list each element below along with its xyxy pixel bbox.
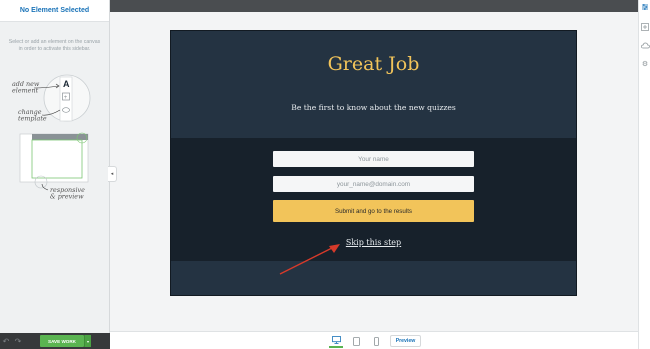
sliders-icon[interactable] — [640, 2, 650, 12]
gear-icon[interactable]: ⚙ — [640, 59, 650, 69]
save-options-caret-icon[interactable]: ▾ — [84, 335, 91, 347]
sidebar-header: No Element Selected — [0, 0, 109, 22]
add-element-icon[interactable] — [640, 22, 650, 32]
preview-button[interactable]: Preview — [390, 335, 421, 347]
right-toolbar: ⚙ — [638, 0, 650, 349]
signup-form: Your name your_name@domain.com Submit an… — [171, 138, 576, 261]
desktop-icon[interactable] — [329, 334, 343, 348]
sidebar-collapse-toggle[interactable]: ◂ — [108, 166, 117, 182]
mobile-icon[interactable] — [369, 334, 383, 348]
sidebar-footer: ↶ ↷ SAVE WORK ▾ — [0, 333, 110, 349]
top-bar — [110, 0, 638, 12]
tablet-icon[interactable] — [349, 334, 363, 348]
device-preview-bar: Preview — [110, 331, 638, 349]
left-sidebar: No Element Selected Select or add an ele… — [0, 0, 110, 349]
quiz-title[interactable]: Great Job — [171, 53, 576, 75]
quiz-subtitle[interactable]: Be the first to know about the new quizz… — [171, 103, 576, 112]
svg-text:A: A — [63, 79, 70, 89]
svg-text:+: + — [64, 95, 68, 101]
email-field[interactable]: your_name@domain.com — [273, 176, 474, 192]
undo-icon[interactable]: ↶ — [0, 335, 12, 347]
cloud-template-icon[interactable] — [640, 40, 650, 50]
sidebar-hint: Select or add an element on the canvas i… — [8, 39, 101, 52]
label-add-new-element: add new element — [12, 80, 41, 95]
quiz-canvas[interactable]: Great Job Be the first to know about the… — [170, 30, 577, 296]
name-field[interactable]: Your name — [273, 151, 474, 167]
skip-step-link[interactable]: Skip this step — [171, 238, 576, 247]
submit-results-button[interactable]: Submit and go to the results — [273, 200, 474, 222]
annotation-arrow-icon — [279, 244, 340, 275]
sidebar-illustration: A + add new element change template resp… — [12, 74, 91, 201]
sidebar-title: No Element Selected — [19, 7, 90, 14]
save-work-button[interactable]: SAVE WORK — [40, 335, 84, 347]
label-responsive-preview: responsive & preview — [50, 186, 87, 201]
redo-icon[interactable]: ↷ — [12, 335, 24, 347]
